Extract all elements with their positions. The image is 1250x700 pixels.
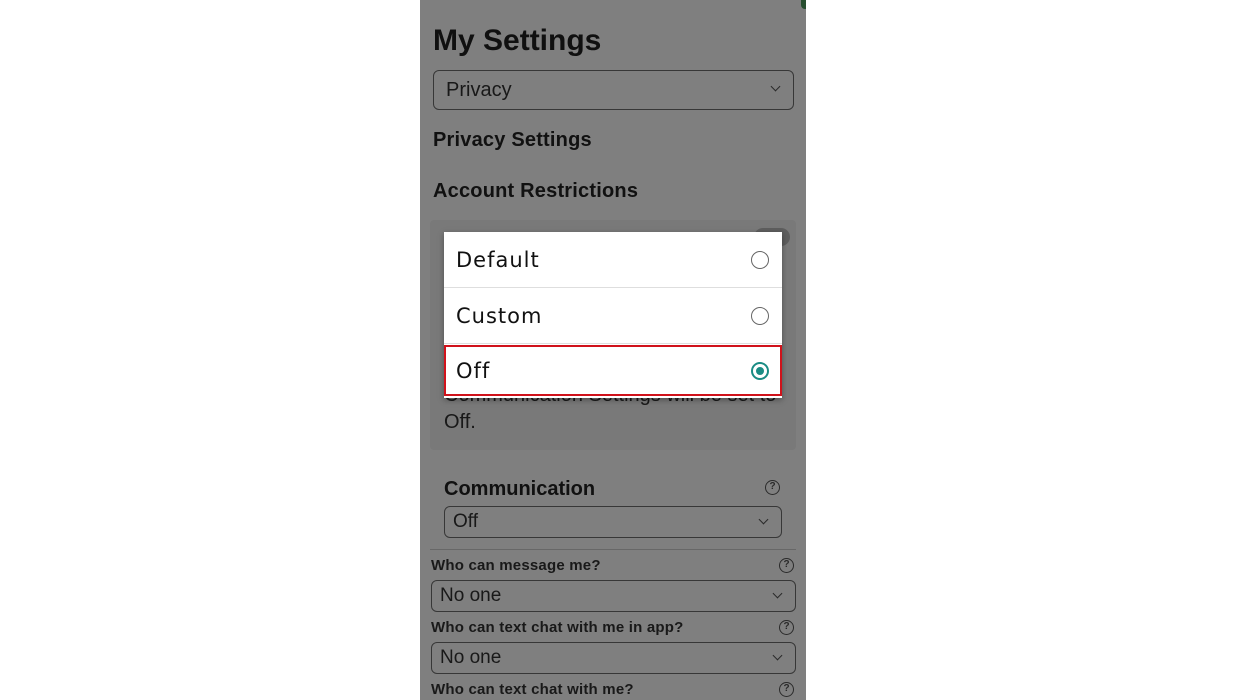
option-default[interactable]: Default: [444, 232, 782, 287]
radio-unselected-icon[interactable]: [751, 250, 769, 269]
radio-unselected-icon[interactable]: [751, 306, 769, 325]
option-default-label: Default: [456, 247, 540, 272]
communication-options-dialog: Default Custom Off: [444, 232, 782, 398]
option-custom-label: Custom: [456, 303, 543, 328]
option-off-label: Off: [456, 358, 491, 383]
radio-selected-icon[interactable]: [751, 361, 769, 380]
phone-screen: My Settings Privacy Privacy Settings Acc…: [420, 0, 806, 700]
option-custom[interactable]: Custom: [444, 288, 782, 343]
option-off[interactable]: Off: [444, 343, 782, 398]
